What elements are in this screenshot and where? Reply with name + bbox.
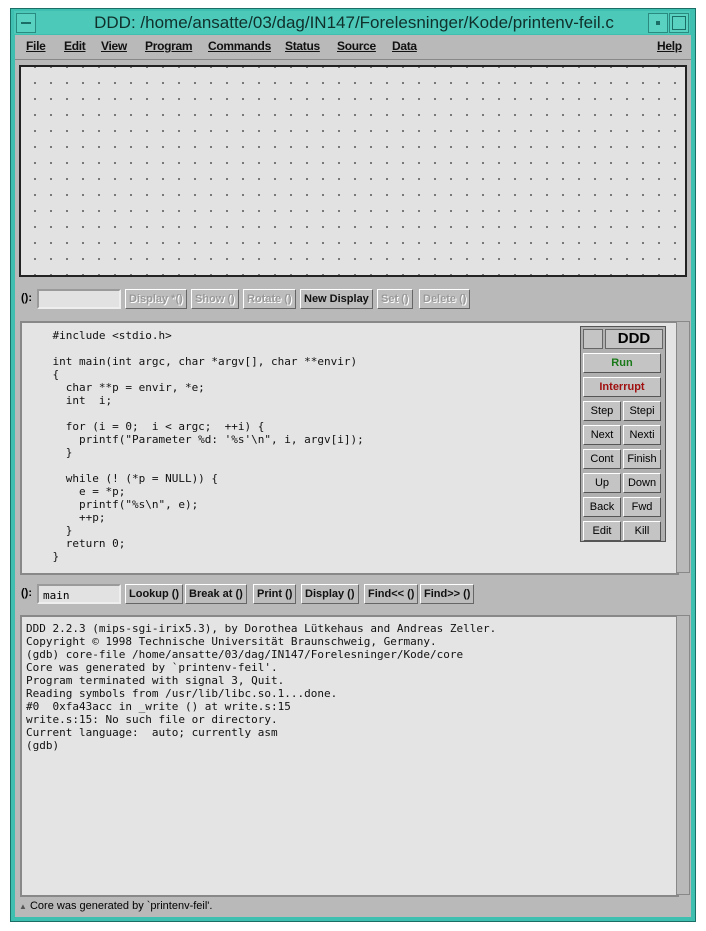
stepi-button[interactable]: Stepi [623, 401, 661, 421]
fwd-button[interactable]: Fwd [623, 497, 661, 517]
rotate-button[interactable]: Rotate () [243, 289, 296, 309]
window-menu-button[interactable] [16, 13, 36, 33]
data-toolbar: (): Display *() Show () Rotate () New Di… [15, 286, 691, 312]
console-output[interactable]: DDD 2.2.3 (mips-sgi-irix5.3), by Dorothe… [22, 617, 677, 752]
source-argument-input[interactable]: main [37, 584, 121, 604]
command-tool: DDD Run Interrupt Step Stepi Next Nexti … [580, 326, 666, 542]
console-scrollbar[interactable] [676, 615, 690, 895]
status-bar: ▲ Core was generated by `printenv-feil'. [19, 897, 669, 915]
status-history-icon[interactable]: ▲ [19, 902, 27, 911]
kill-button[interactable]: Kill [623, 521, 661, 541]
menu-data[interactable]: Data [392, 39, 417, 53]
menu-bar: File Edit View Program Commands Status S… [15, 35, 691, 60]
delete-button[interactable]: Delete () [419, 289, 471, 309]
find-backward-button[interactable]: Find<< () [364, 584, 419, 604]
back-button[interactable]: Back [583, 497, 621, 517]
finish-button[interactable]: Finish [623, 449, 661, 469]
gdb-console[interactable]: DDD 2.2.3 (mips-sgi-irix5.3), by Dorothe… [20, 615, 679, 897]
menu-program[interactable]: Program [145, 39, 193, 53]
display-button[interactable]: Display () [301, 584, 359, 604]
data-argument-input[interactable] [37, 289, 121, 309]
menu-help[interactable]: Help [657, 39, 682, 53]
display-deref-button[interactable]: Display *() [125, 289, 187, 309]
menu-view[interactable]: View [101, 39, 127, 53]
data-display-area[interactable] [19, 65, 687, 277]
show-button[interactable]: Show () [191, 289, 239, 309]
new-display-button[interactable]: New Display [300, 289, 373, 309]
menu-status[interactable]: Status [285, 39, 320, 53]
maximize-button[interactable] [669, 13, 689, 33]
break-at-button[interactable]: Break at () [185, 584, 247, 604]
argument-label: (): [21, 292, 32, 304]
print-button[interactable]: Print () [253, 584, 297, 604]
nexti-button[interactable]: Nexti [623, 425, 661, 445]
next-button[interactable]: Next [583, 425, 621, 445]
ddd-main: File Edit View Program Commands Status S… [15, 35, 691, 917]
source-code[interactable]: #include <stdio.h> int main(int argc, ch… [22, 323, 677, 563]
status-message: Core was generated by `printenv-feil'. [29, 900, 213, 912]
minimize-button[interactable] [648, 13, 668, 33]
command-tool-menu-button[interactable] [583, 329, 603, 349]
find-forward-button[interactable]: Find>> () [420, 584, 475, 604]
menu-commands[interactable]: Commands [208, 39, 271, 53]
edit-button[interactable]: Edit [583, 521, 621, 541]
source-toolbar: (): main Lookup () Break at () Print () … [15, 581, 691, 607]
interrupt-button[interactable]: Interrupt [583, 377, 661, 397]
cont-button[interactable]: Cont [583, 449, 621, 469]
menu-source[interactable]: Source [337, 39, 376, 53]
step-button[interactable]: Step [583, 401, 621, 421]
run-button[interactable]: Run [583, 353, 661, 373]
source-scrollbar[interactable] [676, 321, 690, 573]
lookup-button[interactable]: Lookup () [125, 584, 184, 604]
title-bar[interactable]: DDD: /home/ansatte/03/dag/IN147/Forelesn… [14, 11, 690, 34]
down-button[interactable]: Down [623, 473, 661, 493]
up-button[interactable]: Up [583, 473, 621, 493]
command-tool-title: DDD [605, 329, 663, 349]
window-title: DDD: /home/ansatte/03/dag/IN147/Forelesn… [94, 13, 614, 32]
menu-file[interactable]: File [26, 39, 46, 53]
set-button[interactable]: Set () [377, 289, 413, 309]
menu-edit[interactable]: Edit [64, 39, 86, 53]
argument-label: (): [21, 587, 32, 599]
